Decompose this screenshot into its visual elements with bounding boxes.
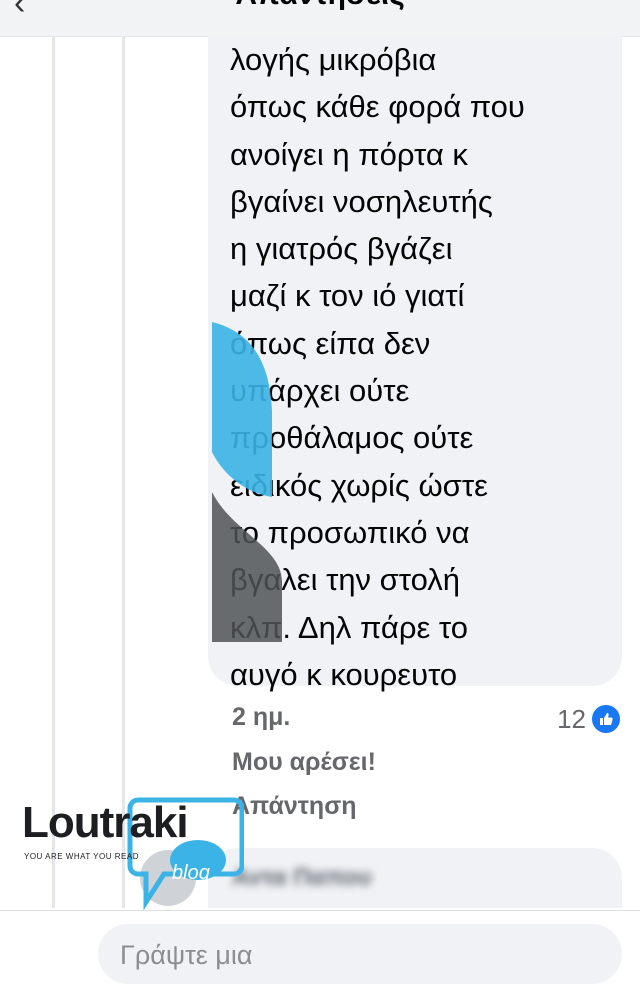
watermark-tagline: YOU ARE WHAT YOU READ (24, 852, 139, 861)
watermark-stripe (212, 322, 282, 642)
comment-line: κλπ. Δηλ πάρε το (230, 609, 468, 645)
comment-line: μαζί κ τον ιό γιατί (230, 278, 465, 314)
comment-line: η γιατρός βγάζει (230, 231, 453, 267)
comment-input-placeholder: Γράψτε μια (120, 940, 253, 970)
comment-line: όπως κάθε φορά που (230, 89, 525, 125)
thread-line (52, 36, 55, 908)
comment-line: αυγό κ κουρευτο (230, 656, 458, 692)
comment-line: λογής μικρόβια (230, 42, 437, 77)
page-title: Απαντήσεις (0, 0, 640, 12)
thumbs-up-icon (590, 703, 622, 735)
comment-text: λογής μικρόβια όπως κάθε φορά που ανοίγε… (230, 36, 615, 698)
like-button[interactable]: Μου αρέσει! (232, 748, 376, 777)
watermark-sub: blog (172, 862, 210, 884)
comment-line: ανοίγει η πόρτα κ (230, 136, 468, 172)
comment-timestamp: 2 ημ. (232, 703, 291, 731)
reply-author-name: Αντα Παπου (232, 864, 372, 891)
thread-line (122, 36, 125, 908)
comment-line: το προσωπικό να (230, 514, 470, 550)
reply-button[interactable]: Απάντηση (232, 792, 357, 821)
comment-line: προθάλαμος ούτε (230, 420, 474, 456)
comment-line: όπως είπα δεν (230, 325, 431, 361)
comment-line: υπάρχει ούτε (230, 373, 410, 409)
watermark-brand: Loutraki (22, 798, 189, 847)
comment-line: βγαλει την στολή (230, 562, 461, 598)
like-count: 12 (557, 703, 586, 734)
header-bar: ‹ Απαντήσεις (0, 0, 640, 37)
reply-bubble[interactable]: Αντα Παπου (208, 848, 622, 908)
comment-line: βγαίνει νοσηλευτής (230, 183, 493, 219)
reaction-summary[interactable]: 12 (557, 703, 622, 735)
comment-line: ειδικός χωρίς ώστε (230, 467, 488, 503)
comment-input[interactable]: Γράψτε μια (98, 924, 622, 984)
